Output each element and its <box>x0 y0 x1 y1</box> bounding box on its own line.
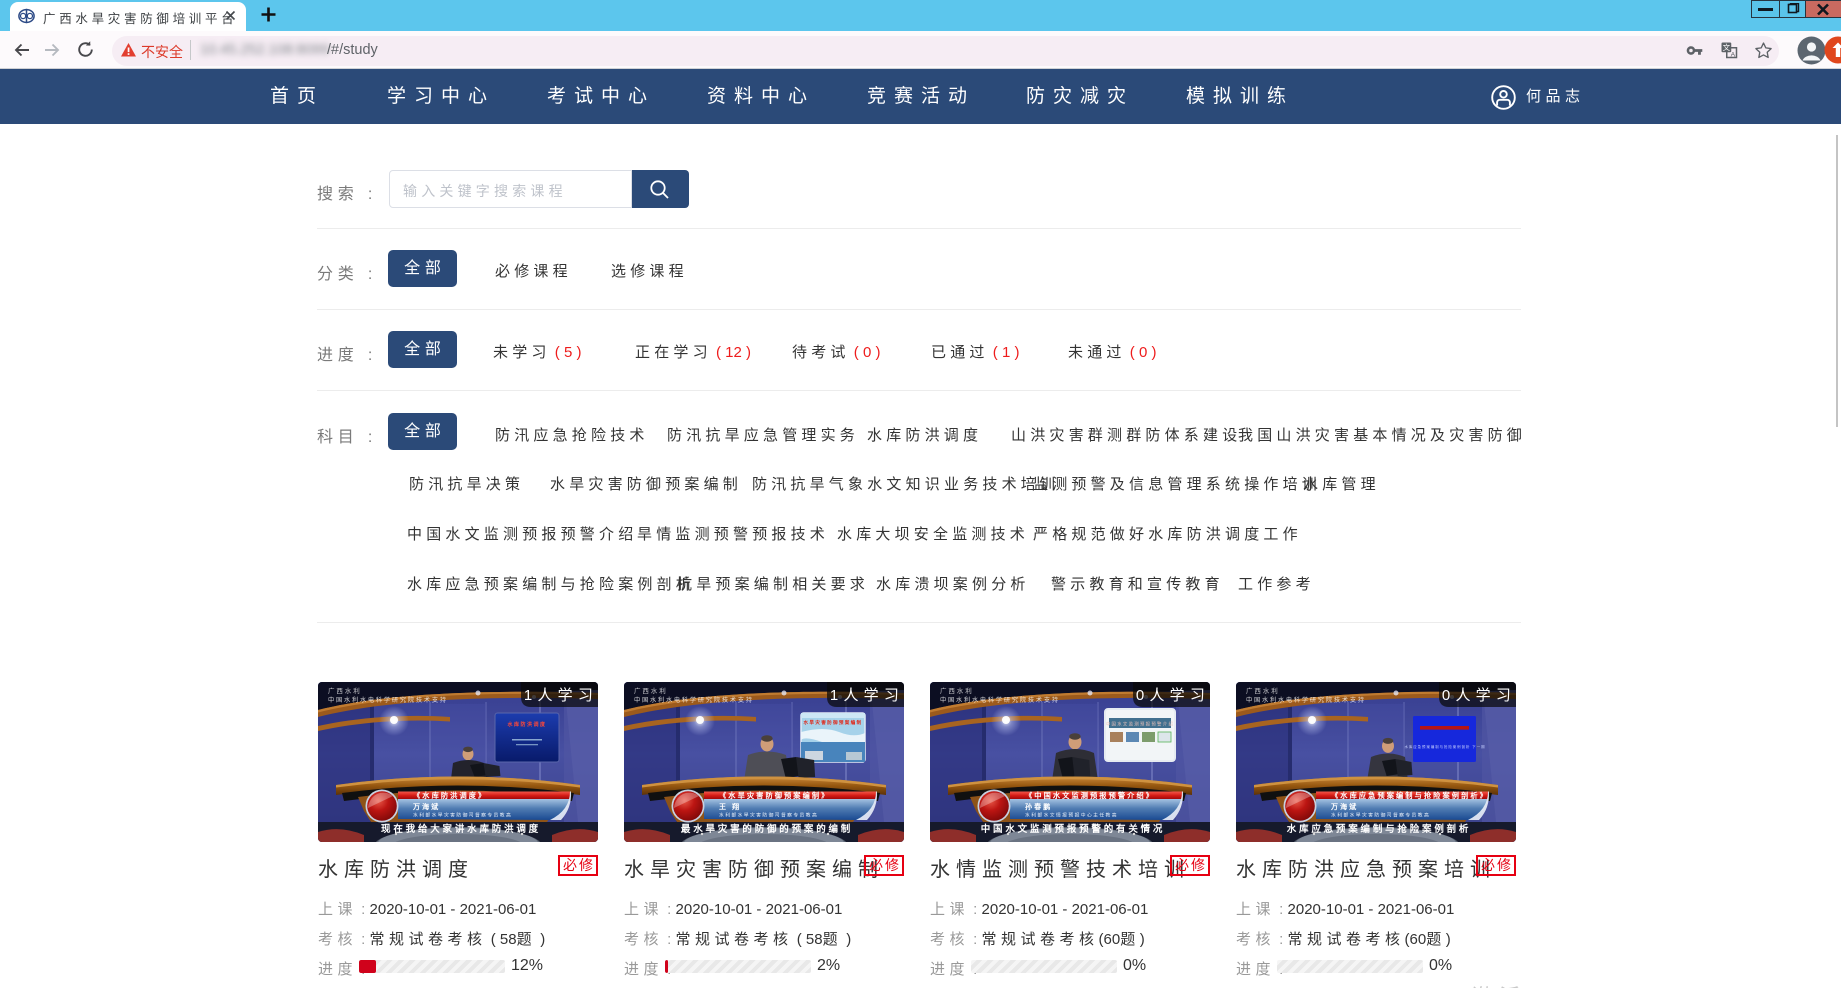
svg-text:0人学习: 0人学习 <box>1442 687 1516 704</box>
svg-text:广西水利: 广西水利 <box>940 686 974 695</box>
svg-text:《水旱灾害防御预案编制》: 《水旱灾害防御预案编制》 <box>719 791 830 800</box>
svg-text:万海斌: 万海斌 <box>1330 802 1358 811</box>
svg-text:万海斌: 万海斌 <box>412 802 440 811</box>
svg-text:文: 文 <box>1723 42 1731 52</box>
svg-text:中国水利水电科学研究院技术支持: 中国水利水电科学研究院技术支持 <box>328 696 448 704</box>
svg-text:《中国水文监测预报预警介绍》: 《中国水文监测预报预警介绍》 <box>1025 791 1155 800</box>
svg-text:水利部水文情报预报中心主任教高: 水利部水文情报预报中心主任教高 <box>1025 812 1118 819</box>
svg-text:A: A <box>1731 51 1736 58</box>
svg-text:水利部水旱灾害防御司督察专员教高: 水利部水旱灾害防御司督察专员教高 <box>413 812 512 819</box>
svg-text:水旱灾害防御预案编制: 水旱灾害防御预案编制 <box>804 719 863 726</box>
svg-text:广西水利: 广西水利 <box>328 686 362 695</box>
svg-text:《水库防洪调度》: 《水库防洪调度》 <box>413 791 487 800</box>
svg-text:中国水利水电科学研究院技术支持: 中国水利水电科学研究院技术支持 <box>634 696 754 704</box>
svg-text:广西水利: 广西水利 <box>1246 686 1280 695</box>
svg-text:孙春鹏: 孙春鹏 <box>1025 802 1052 811</box>
svg-text:水库防洪调度: 水库防洪调度 <box>506 721 546 728</box>
svg-text:水库应急预案编制与抢险案例剖析: 水库应急预案编制与抢险案例剖析 <box>1287 823 1472 835</box>
svg-text:现在我给大家讲水库防洪调度: 现在我给大家讲水库防洪调度 <box>381 823 541 835</box>
svg-text:水利部水旱灾害防御司督察专员教高: 水利部水旱灾害防御司督察专员教高 <box>719 812 818 819</box>
svg-text:水利部水旱灾害防御司督察专员教高: 水利部水旱灾害防御司督察专员教高 <box>1331 812 1430 819</box>
svg-text:中国水利水电科学研究院技术支持: 中国水利水电科学研究院技术支持 <box>940 696 1060 704</box>
svg-text:《水库应急预案编制与抢险案例剖析》: 《水库应急预案编制与抢险案例剖析》 <box>1331 791 1489 800</box>
svg-text:广西水利: 广西水利 <box>634 686 668 695</box>
svg-text:1人学习: 1人学习 <box>830 687 904 704</box>
svg-text:中国水文监测预报预警的有关情况: 中国水文监测预报预警的有关情况 <box>981 823 1166 835</box>
svg-text:0人学习: 0人学习 <box>1136 687 1210 704</box>
svg-text:水库应急预案编制与抢险案例剖析 下一期: 水库应急预案编制与抢险案例剖析 下一期 <box>1405 744 1486 749</box>
svg-text:中国水利水电科学研究院技术支持: 中国水利水电科学研究院技术支持 <box>1246 696 1366 704</box>
svg-text:王 翔: 王 翔 <box>719 802 741 811</box>
svg-text:1人学习: 1人学习 <box>524 687 598 704</box>
svg-text:最水旱灾害的防御的预案的编制: 最水旱灾害的防御的预案的编制 <box>681 823 853 835</box>
svg-text:中国水文监测预报预警介绍: 中国水文监测预报预警介绍 <box>1106 721 1174 728</box>
